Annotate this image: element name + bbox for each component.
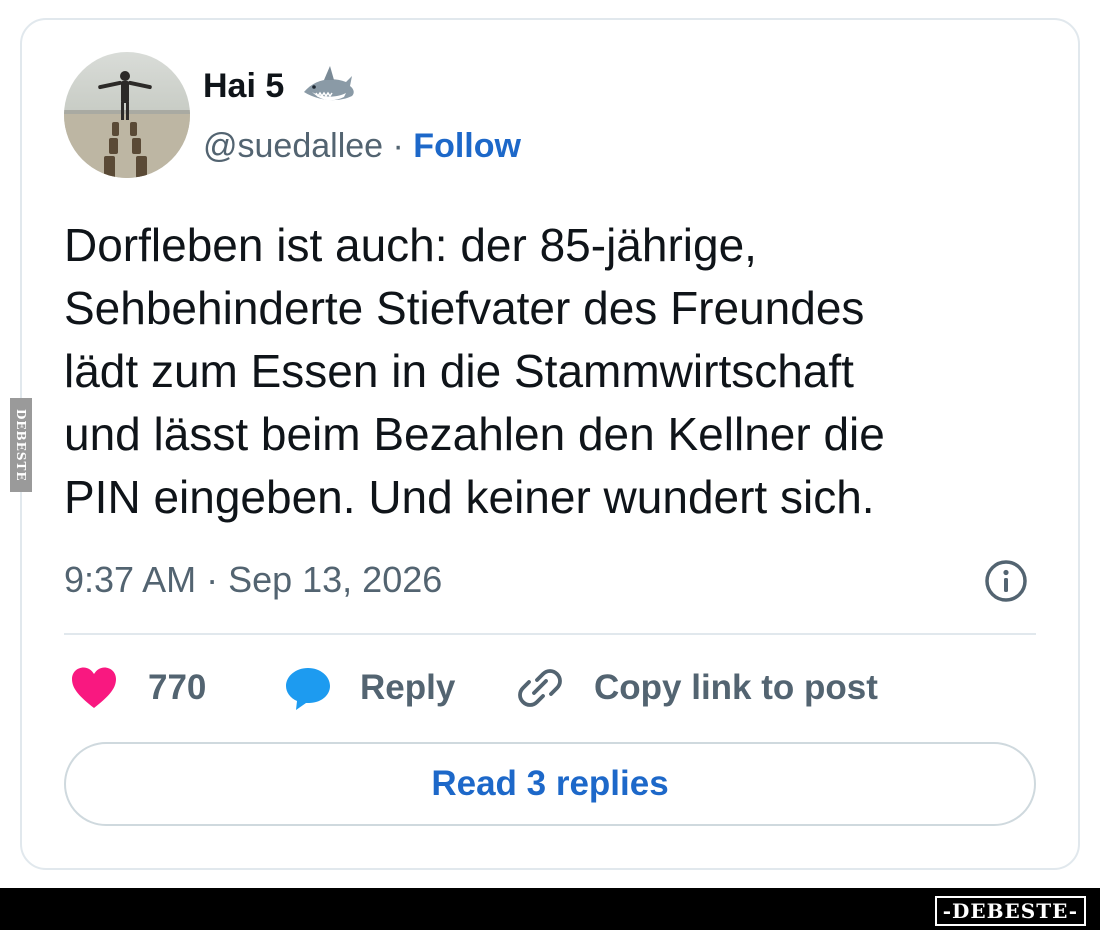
post-text-line: Sehbehinderte Stiefvater des Freundes	[64, 282, 865, 334]
divider	[64, 633, 1036, 635]
post-text-line: und lässt beim Bezahlen den Kellner die	[64, 408, 885, 460]
read-replies-button[interactable]: Read 3 replies	[64, 742, 1036, 826]
reply-button[interactable]: Reply	[284, 664, 455, 712]
post-text-line: lädt zum Essen in die Stammwirtschaft	[64, 345, 854, 397]
post-timestamp[interactable]: 9:37 AM · Sep 13, 2026	[64, 557, 442, 603]
avatar[interactable]	[64, 52, 190, 178]
heart-icon	[72, 667, 116, 708]
side-watermark: DEBESTE	[10, 398, 32, 492]
link-icon	[518, 669, 562, 707]
user-handle[interactable]: @suedallee	[203, 127, 383, 165]
display-name[interactable]: Hai 5	[203, 64, 284, 108]
like-count: 770	[148, 668, 207, 707]
post-text-line: PIN eingeben. Und keiner wundert sich.	[64, 471, 875, 523]
page: Hai 5 @suedallee · Follow Dorfleben ist …	[0, 0, 1100, 930]
handle-separator: ·	[383, 127, 414, 165]
footer-bar: -DEBESTE-	[0, 888, 1100, 930]
post-text-line: Dorfleben ist auch: der 85-jährige,	[64, 219, 757, 271]
shark-icon	[300, 62, 358, 110]
speech-bubble-icon	[286, 668, 330, 710]
footer-logo: -DEBESTE-	[934, 896, 1086, 926]
copy-link-label: Copy link to post	[594, 668, 878, 707]
info-icon[interactable]	[983, 558, 1029, 604]
follow-link[interactable]: Follow	[413, 127, 521, 165]
post-text: Dorfleben ist auch: der 85-jährige, Sehb…	[64, 214, 1024, 529]
like-button[interactable]: 770	[70, 664, 206, 712]
copy-link-button[interactable]: Copy link to post	[516, 664, 878, 712]
handle-row: @suedallee · Follow	[203, 124, 521, 168]
reply-label: Reply	[360, 668, 456, 707]
